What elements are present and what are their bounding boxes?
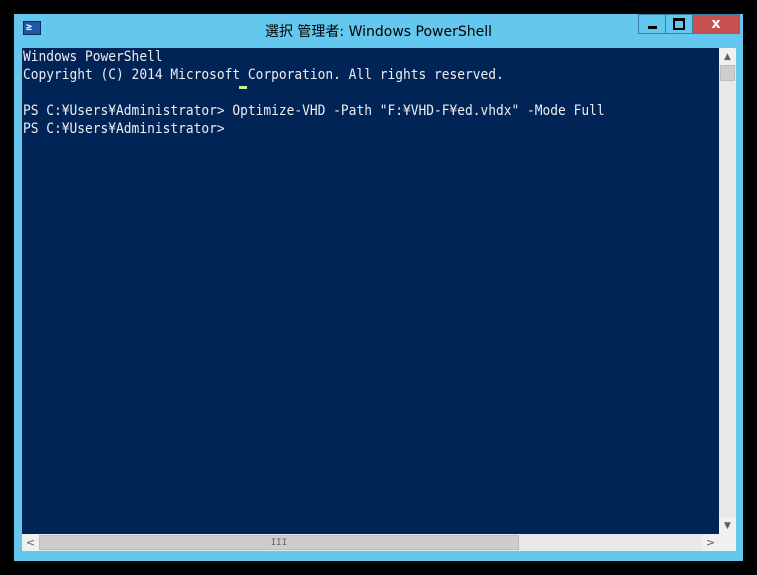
arrow-right-icon: > [705, 536, 716, 549]
maximize-icon [673, 18, 685, 30]
horizontal-scroll-thumb[interactable]: III [39, 535, 519, 550]
arrow-left-icon: < [25, 536, 36, 549]
scroll-left-button[interactable]: < [22, 534, 39, 551]
vertical-scroll-thumb[interactable] [720, 65, 735, 81]
console-area[interactable]: Windows PowerShell Copyright (C) 2014 Mi… [22, 48, 719, 534]
console-line: Copyright (C) 2014 Microsoft Corporation… [23, 67, 504, 83]
close-icon: x [711, 16, 721, 32]
vertical-scrollbar[interactable]: ▲ ▼ [719, 48, 736, 534]
console-line: Windows PowerShell [23, 49, 163, 65]
text-cursor [239, 86, 247, 89]
scroll-down-button[interactable]: ▼ [719, 517, 736, 534]
close-button[interactable]: x [692, 14, 740, 34]
powershell-window: ≥ 選択 管理者: Windows PowerShell x Windows P… [0, 0, 757, 575]
minimize-icon [647, 25, 657, 29]
caption-buttons: x [638, 14, 740, 36]
window-bottom-border [14, 551, 743, 561]
console-line: PS C:¥Users¥Administrator> Optimize-VHD … [23, 103, 605, 119]
console-prompt: PS C:¥Users¥Administrator> [23, 121, 233, 137]
maximize-button[interactable] [665, 14, 693, 34]
minimize-button[interactable] [638, 14, 666, 34]
size-grip[interactable] [719, 534, 736, 551]
grip-icon: III [270, 537, 288, 548]
arrow-up-icon: ▲ [724, 51, 731, 62]
arrow-down-icon: ▼ [724, 520, 731, 531]
horizontal-scrollbar[interactable]: < III > [22, 534, 719, 551]
scroll-up-button[interactable]: ▲ [719, 48, 736, 65]
scroll-right-button[interactable]: > [702, 534, 719, 551]
window-title: 選択 管理者: Windows PowerShell [264, 24, 493, 40]
